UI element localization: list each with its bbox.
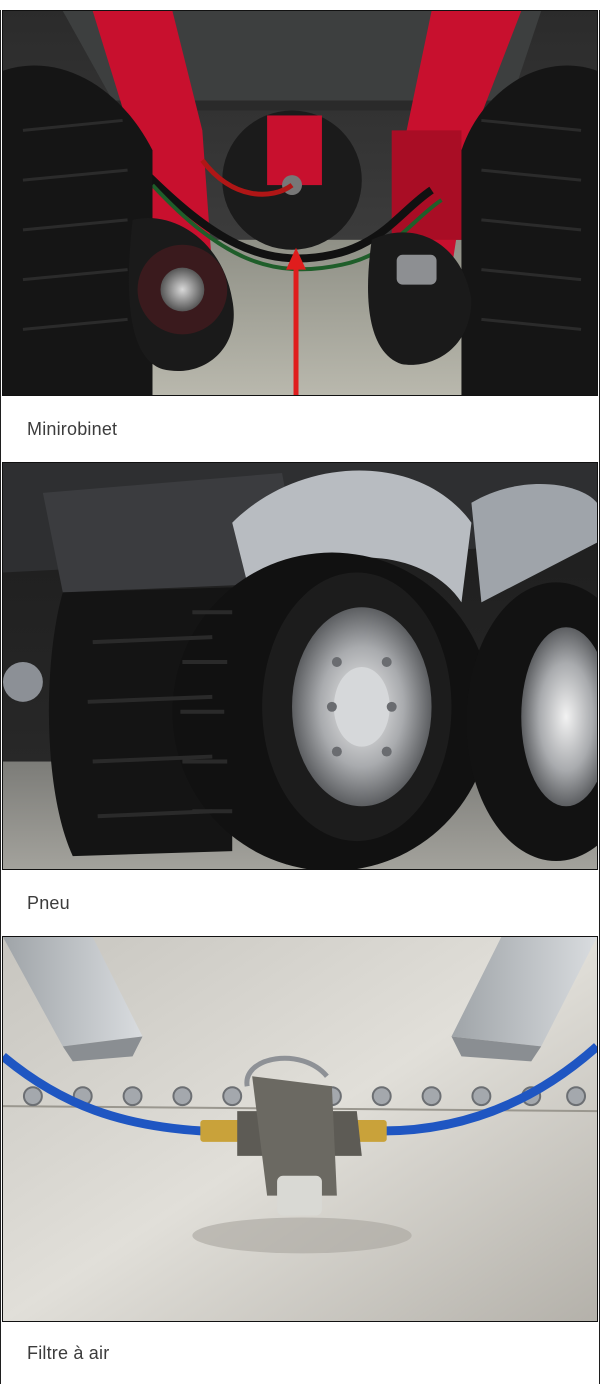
truck-tire-photo bbox=[3, 463, 597, 869]
gallery-image-minirobinet[interactable] bbox=[2, 10, 598, 396]
gallery-image-pneu[interactable] bbox=[2, 462, 598, 870]
gallery-image-filtre-a-air[interactable] bbox=[2, 936, 598, 1322]
caption-pneu: Pneu bbox=[27, 892, 70, 913]
image-gallery: Minirobinet Pneu Filtre à air bbox=[0, 10, 600, 1384]
caption-filtre-a-air: Filtre à air bbox=[27, 1342, 110, 1363]
air-filter-photo bbox=[3, 937, 597, 1321]
mini-valve-under-trailer-photo bbox=[3, 11, 597, 395]
caption-minirobinet: Minirobinet bbox=[27, 418, 118, 439]
